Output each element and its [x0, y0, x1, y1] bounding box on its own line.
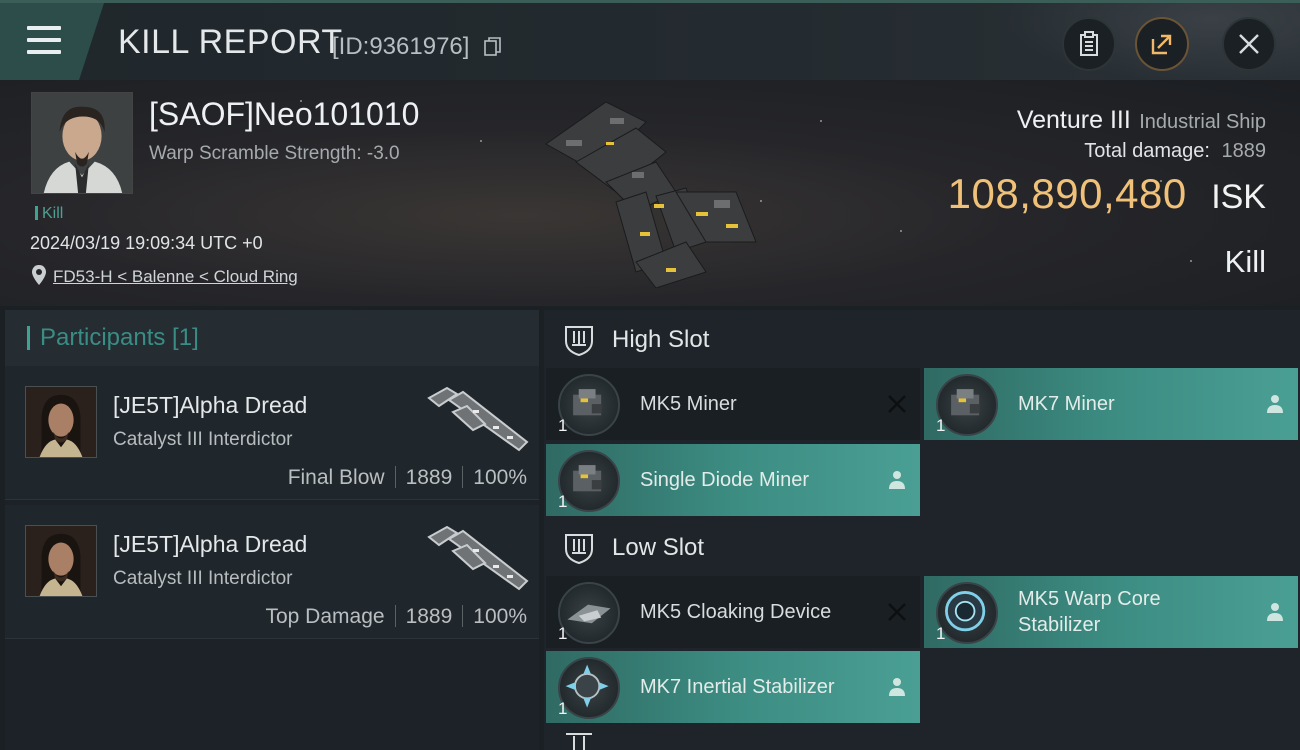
module-item[interactable]: 1 Single Diode Miner — [546, 444, 920, 516]
participant-damage: 1889 — [405, 466, 453, 489]
participant-role: Top Damage — [265, 605, 385, 628]
participant-damage: 1889 — [405, 605, 453, 628]
page-title: KILL REPORT — [118, 23, 343, 61]
participant-row[interactable]: [JE5T]Alpha Dread Catalyst III Interdict… — [5, 505, 539, 639]
participant-ship-image — [427, 386, 529, 452]
low-slot-header: Low Slot — [544, 518, 1300, 578]
slot-icon — [566, 733, 592, 750]
ship-type[interactable]: Venture III — [1017, 106, 1131, 134]
participant-ship: Catalyst III Interdictor — [113, 568, 293, 589]
module-item[interactable]: 1 MK5 Cloaking Device — [546, 576, 920, 648]
module-quantity: 1 — [558, 492, 568, 511]
participant-role: Final Blow — [287, 466, 385, 489]
low-slot-label: Low Slot — [612, 534, 705, 561]
participant-percent: 100% — [473, 605, 527, 628]
participant-portrait[interactable] — [25, 386, 97, 458]
participant-percent: 100% — [473, 466, 527, 489]
participants-header[interactable]: Participants [1] — [5, 310, 539, 366]
ship-name: Venture III Industrial Ship — [1017, 106, 1266, 135]
victim-name[interactable]: [SAOF]Neo101010 — [149, 96, 419, 133]
participant-row[interactable]: [JE5T]Alpha Dread Catalyst III Interdict… — [5, 366, 539, 500]
high-slot-header: High Slot — [544, 310, 1300, 370]
module-quantity: 1 — [558, 416, 568, 435]
isk-unit: ISK — [1211, 178, 1266, 216]
participant-ship-image — [427, 525, 529, 591]
share-icon — [1151, 34, 1172, 55]
person-icon — [1267, 603, 1283, 621]
ship-class: Industrial Ship — [1139, 111, 1266, 133]
isk-value: 108,890,480 — [947, 170, 1187, 217]
title-bar: KILL REPORT [ID:9361976] — [0, 0, 1300, 83]
total-damage-label: Total damage: — [1084, 140, 1210, 162]
report-id: [ID:9361976] — [332, 33, 470, 60]
participant-name[interactable]: [JE5T]Alpha Dread — [113, 392, 307, 419]
participants-title: Participants [1] — [40, 324, 199, 351]
victim-portrait[interactable] — [31, 92, 133, 194]
module-quantity: 1 — [936, 416, 946, 435]
module-quantity: 1 — [558, 624, 568, 643]
participants-panel: Participants [1] [JE5T]Alpha Dread Catal… — [5, 310, 539, 750]
module-name: MK7 Miner — [1018, 393, 1115, 415]
destroyed-icon — [888, 395, 906, 413]
ship-image[interactable] — [536, 92, 766, 288]
participant-stats: Final Blow 1889 100% — [288, 466, 527, 490]
person-icon — [889, 471, 905, 489]
menu-button[interactable] — [0, 3, 104, 80]
module-quantity: 1 — [936, 624, 946, 643]
kill-tag: Kill — [35, 205, 63, 223]
module-item[interactable]: 1 MK5 Warp Core Stabilizer — [924, 576, 1298, 648]
participant-ship: Catalyst III Interdictor — [113, 429, 293, 450]
location-link[interactable]: FD53-H < Balenne < Cloud Ring — [53, 267, 298, 287]
clipboard-icon — [1080, 31, 1098, 56]
person-icon — [889, 678, 905, 696]
low-slot-icon — [565, 534, 593, 565]
module-name: MK5 Warp Core Stabilizer — [1018, 588, 1161, 636]
destroyed-icon — [888, 603, 906, 621]
warp-scramble-strength: Warp Scramble Strength: -3.0 — [149, 143, 400, 164]
module-name: MK5 Cloaking Device — [640, 601, 832, 623]
module-item[interactable]: 1 MK7 Miner — [924, 368, 1298, 440]
participant-name[interactable]: [JE5T]Alpha Dread — [113, 531, 307, 558]
copy-icon[interactable] — [484, 37, 502, 57]
isk-value-row: 108,890,480 ISK — [948, 170, 1266, 218]
module-name: Single Diode Miner — [640, 469, 809, 491]
share-button[interactable] — [1135, 17, 1189, 71]
close-icon — [1239, 34, 1259, 54]
clipboard-button[interactable] — [1062, 17, 1116, 71]
high-slot-icon — [565, 326, 593, 357]
person-icon — [1267, 395, 1283, 413]
participant-portrait[interactable] — [25, 525, 97, 597]
module-quantity: 1 — [558, 699, 568, 718]
location-pin-icon — [32, 265, 46, 285]
kill-result: Kill — [1224, 244, 1266, 279]
module-item[interactable]: 1 MK7 Inertial Stabilizer — [546, 651, 920, 723]
high-slot-label: High Slot — [612, 326, 710, 353]
total-damage-value: 1889 — [1221, 140, 1267, 162]
menu-icon — [27, 26, 61, 54]
fitting-panel: High Slot 1 MK5 Miner 1 MK7 Miner 1 Sing… — [544, 310, 1300, 750]
kill-datetime: 2024/03/19 19:09:34 UTC +0 — [30, 233, 263, 253]
participant-stats: Top Damage 1889 100% — [265, 605, 527, 629]
module-item[interactable]: 1 MK5 Miner — [546, 368, 920, 440]
module-name: MK5 Miner — [640, 393, 737, 415]
close-button[interactable] — [1222, 17, 1276, 71]
next-slot-header-partial — [544, 726, 1300, 750]
total-damage: Total damage: 1889 — [1084, 140, 1266, 163]
module-name: MK7 Inertial Stabilizer — [640, 676, 835, 698]
